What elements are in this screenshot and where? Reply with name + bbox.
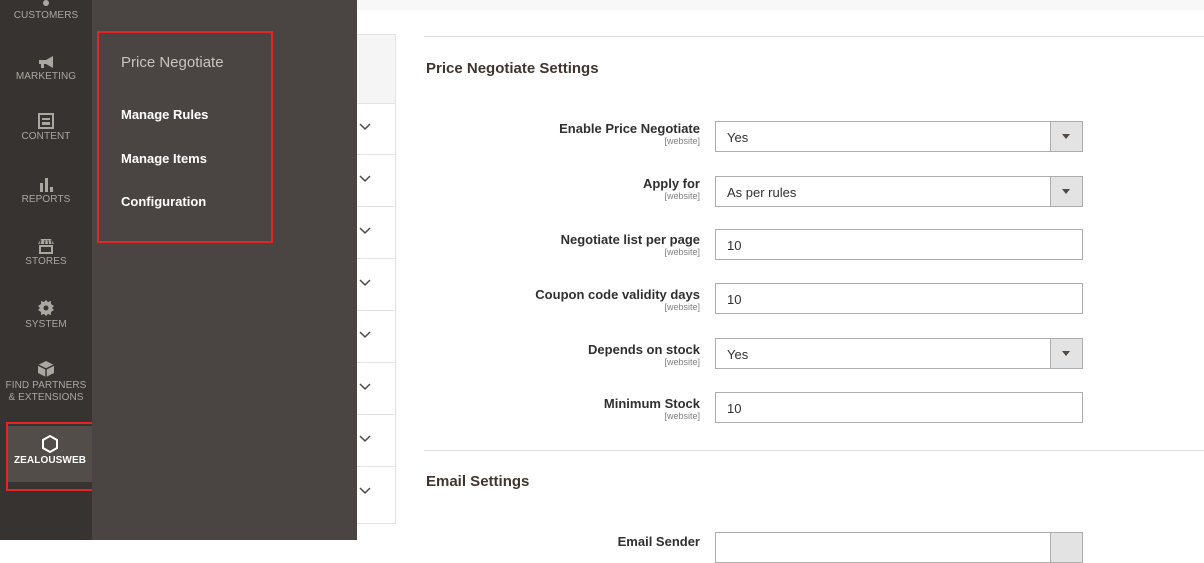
nav-content[interactable]: CONTENT [0, 113, 92, 155]
coupon-code-validity-days-input[interactable]: 10 [715, 283, 1083, 314]
field-label-coupon-code-validity-days: Coupon code validity days [website] [400, 287, 700, 313]
input-value: 10 [727, 292, 742, 307]
chevron-down-icon [359, 383, 371, 391]
select-value: Yes [727, 347, 749, 362]
field-label-negotiate-list-per-page: Negotiate list per page [website] [400, 232, 700, 258]
field-label-text: Depends on stock [588, 342, 700, 357]
nav-label: REPORTS [21, 194, 71, 205]
apply-for-select[interactable]: As per rules [715, 176, 1083, 207]
field-label-apply-for: Apply for [website] [400, 176, 700, 202]
gear-icon [38, 300, 54, 316]
caret-down-icon [1062, 351, 1070, 356]
caret-down-icon [1062, 134, 1070, 139]
select-toggle[interactable] [1050, 177, 1082, 206]
chevron-down-icon [359, 279, 371, 287]
nav-label: FIND PARTNERS [5, 380, 87, 391]
nav-label: STORES [25, 256, 67, 267]
caret-down-icon [1062, 189, 1070, 194]
tab-row[interactable] [357, 155, 395, 207]
select-value: As per rules [727, 185, 797, 200]
tab-row[interactable] [357, 363, 395, 415]
tabs-header [357, 35, 395, 104]
tab-row[interactable] [357, 415, 395, 467]
select-toggle[interactable] [1050, 339, 1082, 368]
field-label-text: Minimum Stock [603, 396, 700, 411]
negotiate-list-per-page-input[interactable]: 10 [715, 229, 1083, 260]
section-divider [424, 450, 1204, 451]
nav-label: SYSTEM [25, 319, 67, 330]
chevron-down-icon [359, 435, 371, 443]
customers-icon [43, 0, 49, 6]
nav-label: & EXTENSIONS [8, 392, 84, 403]
email-sender-select[interactable] [715, 532, 1083, 563]
enable-price-negotiate-select[interactable]: Yes [715, 121, 1083, 152]
scope-label: [website] [664, 136, 700, 146]
minimum-stock-input[interactable]: 10 [715, 392, 1083, 423]
nav-label: CONTENT [21, 131, 71, 142]
field-label-text: Enable Price Negotiate [559, 121, 700, 136]
nav-stores[interactable]: STORES [0, 238, 92, 278]
tab-row[interactable] [357, 311, 395, 363]
field-label-email-sender: Email Sender [400, 534, 700, 549]
nav-system[interactable]: SYSTEM [0, 299, 92, 339]
nav-marketing[interactable]: MARKETING [0, 55, 92, 95]
highlight-box-submenu [97, 31, 273, 243]
field-label-depends-on-stock: Depends on stock [website] [400, 342, 700, 368]
cube-icon [37, 361, 55, 377]
section-divider [424, 36, 1204, 37]
scope-label: [website] [664, 411, 700, 421]
email-settings-title[interactable]: Email Settings [426, 473, 529, 490]
scope-label: [website] [664, 247, 700, 257]
chevron-down-icon [359, 175, 371, 183]
tab-row[interactable] [357, 467, 395, 519]
field-label-text: Email Sender [617, 534, 700, 549]
scope-label: [website] [664, 191, 700, 201]
chevron-down-icon [359, 487, 371, 495]
nav-reports[interactable]: REPORTS [0, 176, 92, 216]
depends-on-stock-select[interactable]: Yes [715, 338, 1083, 369]
scope-label: [website] [664, 357, 700, 367]
nav-customers[interactable]: CUSTOMERS [0, 0, 92, 36]
config-tabs-column [357, 34, 396, 524]
nav-label: CUSTOMERS [13, 10, 79, 21]
input-value: 10 [727, 401, 742, 416]
nav-label: MARKETING [15, 71, 77, 82]
tab-row[interactable] [357, 103, 395, 155]
field-label-minimum-stock: Minimum Stock [website] [400, 396, 700, 422]
scope-label: [website] [664, 302, 700, 312]
tab-row[interactable] [357, 259, 395, 311]
select-toggle[interactable] [1050, 122, 1082, 151]
bar-chart-icon [40, 178, 53, 192]
field-label-text: Coupon code validity days [535, 287, 700, 302]
nav-find-partners[interactable]: FIND PARTNERS & EXTENSIONS [0, 360, 92, 416]
store-icon [38, 239, 54, 254]
input-value: 10 [727, 238, 742, 253]
chevron-down-icon [359, 123, 371, 131]
price-negotiate-settings-title[interactable]: Price Negotiate Settings [426, 60, 599, 77]
select-value: Yes [727, 130, 749, 145]
megaphone-icon [39, 56, 53, 68]
chevron-down-icon [359, 331, 371, 339]
field-label-text: Negotiate list per page [560, 232, 700, 247]
content-icon [38, 113, 54, 129]
tab-row[interactable] [357, 207, 395, 259]
field-label-enable-price-negotiate: Enable Price Negotiate [website] [400, 121, 700, 147]
page-header-strip [357, 0, 1204, 10]
select-toggle[interactable] [1050, 533, 1082, 562]
field-label-text: Apply for [642, 176, 700, 191]
chevron-down-icon [359, 227, 371, 235]
